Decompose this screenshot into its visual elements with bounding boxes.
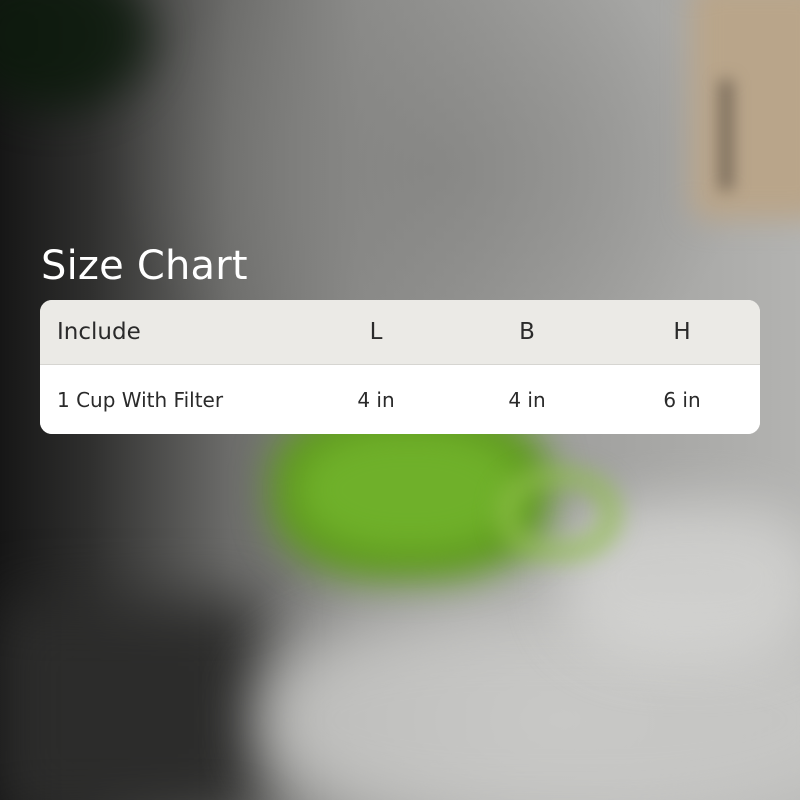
- header-height: H: [673, 319, 691, 345]
- background-fabric-shadow: [0, 600, 260, 800]
- header-include: Include: [57, 319, 141, 345]
- background-wood-object: [690, 0, 800, 220]
- cell-breadth: 4 in: [508, 387, 546, 412]
- background-leaf: [0, 0, 150, 110]
- background-green-cup-body: [300, 430, 520, 550]
- header-length: L: [369, 319, 383, 345]
- page-title: Size Chart: [41, 243, 248, 289]
- cell-height: 6 in: [663, 387, 701, 412]
- cell-length: 4 in: [357, 387, 395, 412]
- table-header-row: Include L B H: [40, 300, 760, 365]
- cell-include: 1 Cup With Filter: [57, 387, 224, 412]
- background-wood-detail: [720, 80, 732, 190]
- header-breadth: B: [519, 319, 535, 345]
- table-row: 1 Cup With Filter 4 in 4 in 6 in: [40, 365, 760, 434]
- background-green-cup-handle: [500, 470, 618, 558]
- size-chart-table: Include L B H 1 Cup With Filter 4 in 4 i…: [40, 300, 760, 434]
